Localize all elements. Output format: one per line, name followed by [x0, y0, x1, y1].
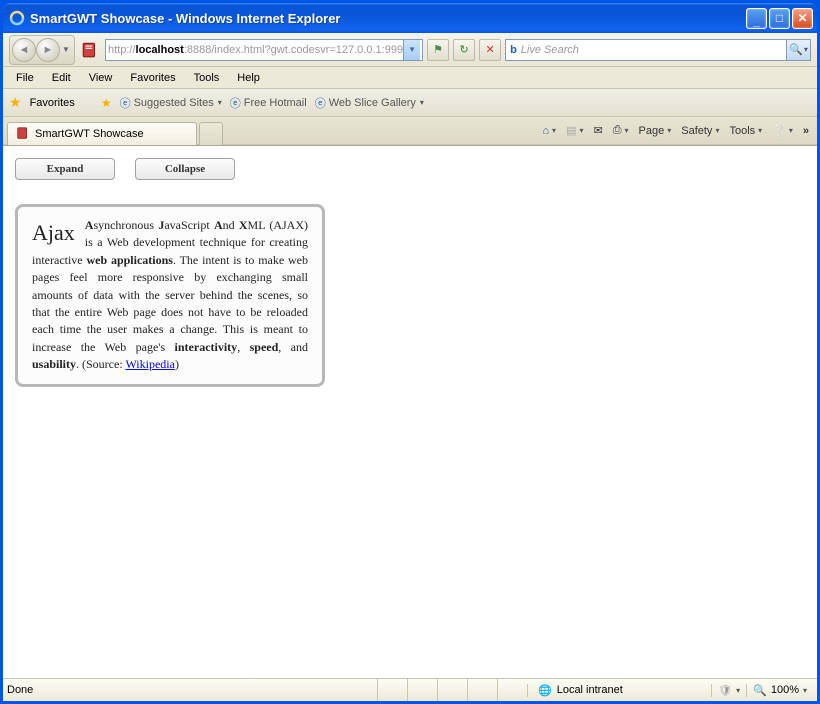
history-dropdown[interactable]: ▼: [60, 45, 72, 54]
mail-button[interactable]: ✉: [589, 124, 606, 137]
ie-icon: ⓔ: [230, 95, 241, 111]
search-icon: 🔍: [789, 43, 803, 56]
tools-menu[interactable]: Tools▾: [725, 125, 766, 137]
ie-logo-icon: [9, 10, 25, 26]
menu-edit[interactable]: Edit: [43, 69, 80, 87]
mail-icon: ✉: [593, 124, 602, 137]
zoom-control[interactable]: 🔍 100% ▾: [746, 684, 813, 697]
forward-button[interactable]: ►: [36, 38, 60, 62]
ajax-panel: Ajax Asynchronous JavaScript And XML (AJ…: [15, 204, 325, 387]
menu-help[interactable]: Help: [228, 69, 269, 87]
menu-bar: File Edit View Favorites Tools Help: [3, 67, 817, 89]
search-placeholder: Live Search: [521, 44, 579, 56]
refresh-button[interactable]: ↻: [453, 39, 475, 61]
wikipedia-link[interactable]: Wikipedia: [125, 357, 175, 371]
tab-active[interactable]: SmartGWT Showcase: [7, 122, 197, 145]
broken-page-icon: ⚑: [433, 43, 443, 56]
zoom-icon: 🔍: [753, 684, 767, 697]
print-button[interactable]: ⎙▾: [609, 124, 633, 137]
bing-icon: b: [510, 44, 517, 56]
status-text: Done: [7, 684, 377, 696]
shield-icon: 🛡: [718, 684, 732, 697]
page-icon: [81, 41, 99, 59]
home-button[interactable]: ⌂▾: [538, 125, 560, 137]
menu-file[interactable]: File: [7, 69, 43, 87]
content-area: Expand Collapse Ajax Asynchronous JavaSc…: [3, 145, 817, 678]
page-menu[interactable]: Page▾: [635, 125, 676, 137]
tab-title: SmartGWT Showcase: [35, 128, 144, 140]
tab-icon: [16, 126, 30, 143]
status-bar: Done 🌐 Local intranet 🛡▾ 🔍 100% ▾: [3, 678, 817, 701]
titlebar: SmartGWT Showcase - Windows Internet Exp…: [3, 3, 817, 33]
refresh-icon: ↻: [459, 43, 468, 56]
web-slice-link[interactable]: ⓔ Web Slice Gallery▾: [315, 95, 424, 111]
tab-bar: SmartGWT Showcase ⌂▾ ▤▾ ✉ ⎙▾ Page▾ Safet…: [3, 117, 817, 145]
more-button[interactable]: »: [799, 125, 813, 137]
globe-icon: 🌐: [538, 684, 552, 697]
stop-icon: ✕: [485, 43, 494, 56]
feeds-button[interactable]: ▤▾: [562, 124, 587, 137]
window-controls: _ □ ✕: [746, 8, 813, 29]
address-bar[interactable]: http://localhost:8888/index.html?gwt.cod…: [105, 39, 423, 61]
close-button[interactable]: ✕: [792, 8, 813, 29]
free-hotmail-link[interactable]: ⓔ Free Hotmail: [230, 95, 307, 111]
collapse-button[interactable]: Collapse: [135, 158, 235, 180]
expand-button[interactable]: Expand: [15, 158, 115, 180]
home-icon: ⌂: [542, 125, 549, 137]
ajax-heading: Ajax: [32, 217, 75, 249]
new-tab-button[interactable]: [199, 122, 223, 145]
favorites-bar: ★ Favorites ★ ⓔ Suggested Sites▾ ⓔ Free …: [3, 89, 817, 117]
stop-button[interactable]: ✕: [479, 39, 501, 61]
safety-menu[interactable]: Safety▾: [677, 125, 723, 137]
ie-icon: ⓔ: [120, 95, 131, 111]
url-text: http://localhost:8888/index.html?gwt.cod…: [108, 44, 403, 56]
rss-icon: ▤: [566, 124, 576, 137]
help-button[interactable]: ❔▾: [768, 124, 797, 137]
menu-favorites[interactable]: Favorites: [121, 69, 184, 87]
compat-button[interactable]: ⚑: [427, 39, 449, 61]
window-title: SmartGWT Showcase - Windows Internet Exp…: [30, 11, 746, 26]
back-button[interactable]: ◄: [12, 38, 36, 62]
add-favorite-icon[interactable]: ★: [101, 96, 112, 110]
back-forward-group: ◄ ► ▼: [9, 35, 75, 65]
search-button[interactable]: 🔍▾: [787, 39, 811, 61]
help-icon: ❔: [772, 124, 786, 137]
search-box[interactable]: b Live Search: [505, 39, 787, 61]
suggested-sites-link[interactable]: ⓔ Suggested Sites▾: [120, 95, 222, 111]
maximize-button[interactable]: □: [769, 8, 790, 29]
address-dropdown[interactable]: ▼: [403, 40, 420, 60]
ie-icon: ⓔ: [315, 95, 326, 111]
menu-tools[interactable]: Tools: [185, 69, 229, 87]
favorites-star-icon[interactable]: ★: [9, 94, 22, 111]
menu-view[interactable]: View: [80, 69, 122, 87]
favorites-label: Favorites: [30, 97, 75, 109]
browser-window: SmartGWT Showcase - Windows Internet Exp…: [3, 3, 817, 701]
button-row: Expand Collapse: [15, 158, 805, 180]
protected-mode[interactable]: 🛡▾: [711, 684, 746, 697]
security-zone[interactable]: 🌐 Local intranet: [527, 684, 711, 697]
print-icon: ⎙: [613, 124, 622, 137]
navigation-bar: ◄ ► ▼ http://localhost:8888/index.html?g…: [3, 33, 817, 67]
minimize-button[interactable]: _: [746, 8, 767, 29]
